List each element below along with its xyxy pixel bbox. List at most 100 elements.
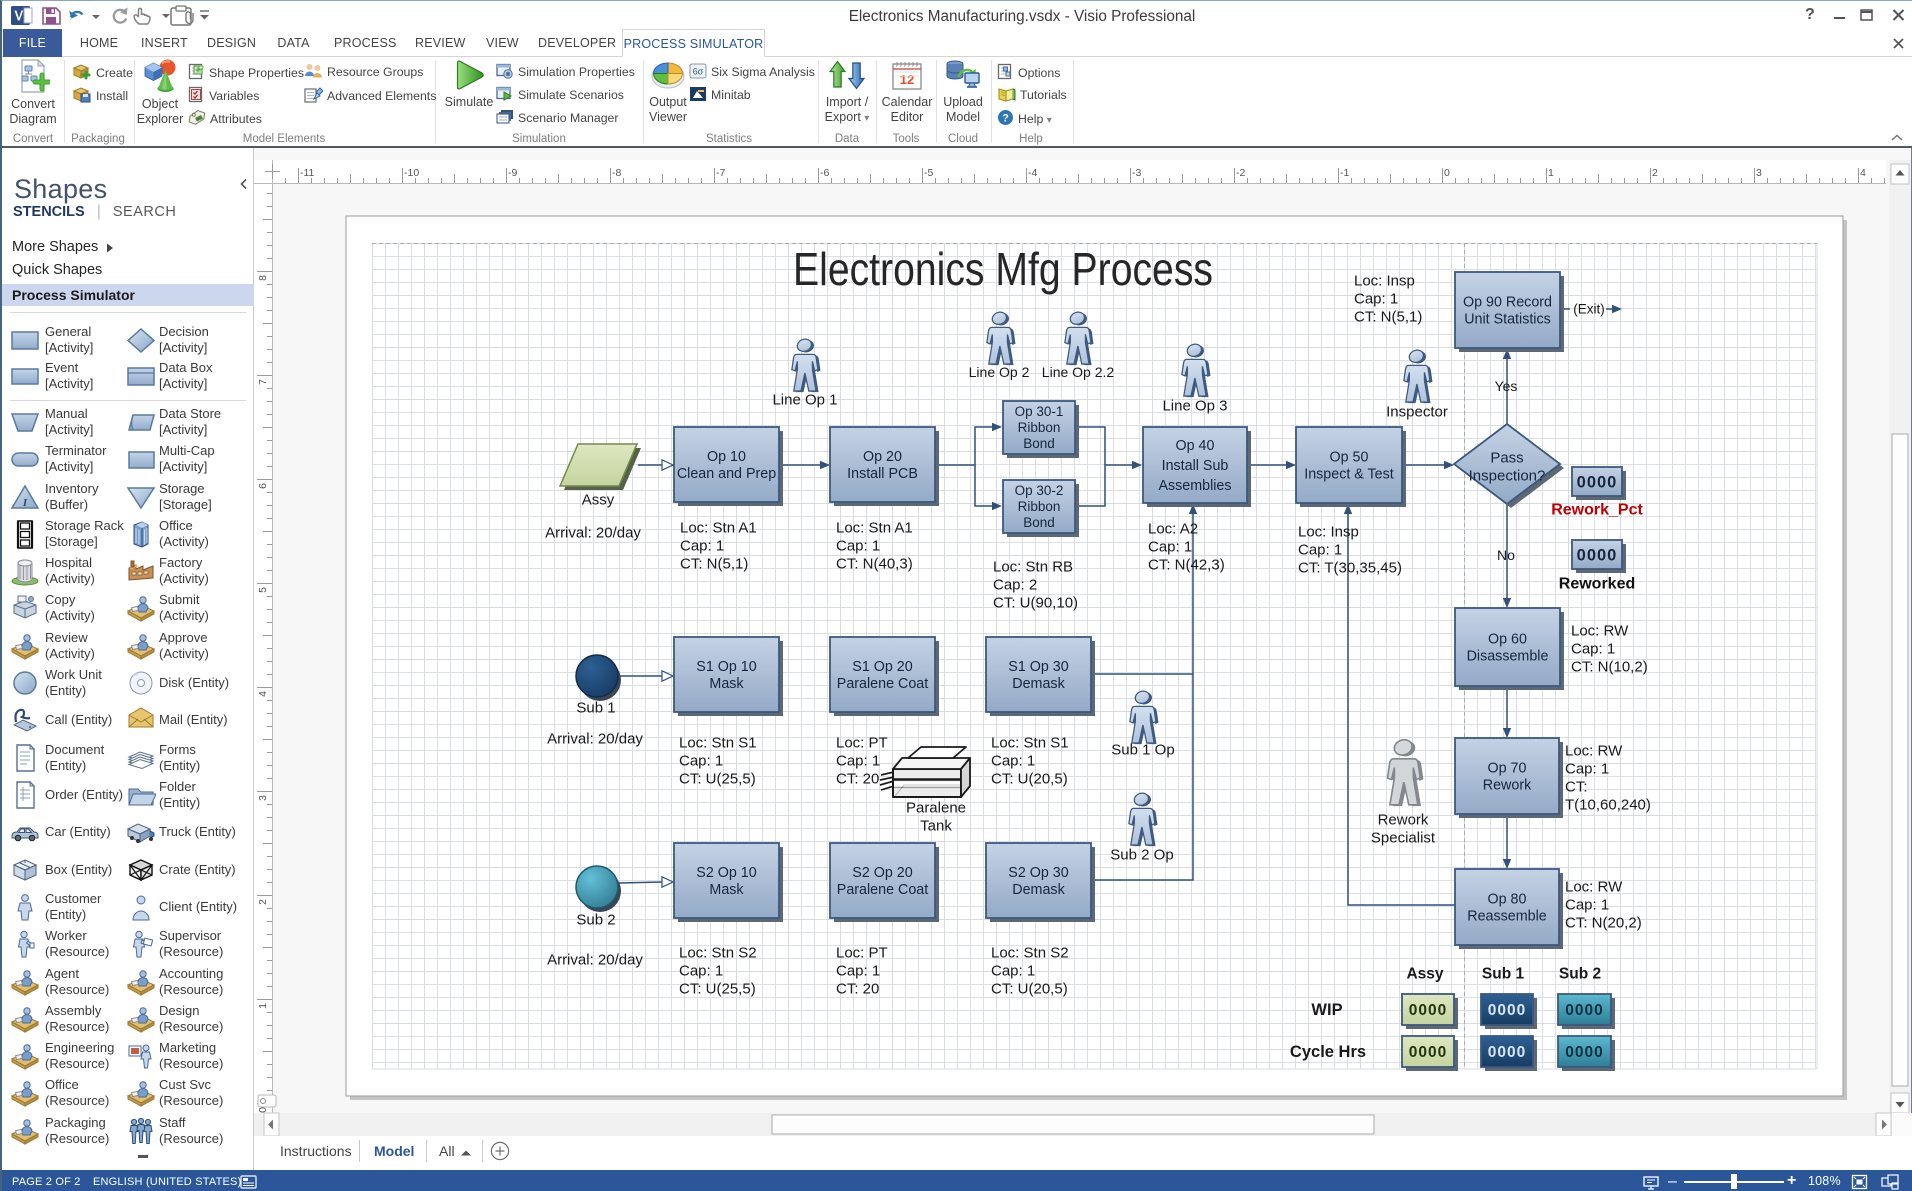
svg-text:2: 2 xyxy=(1652,167,1658,179)
svg-text:Cap: 1: Cap: 1 xyxy=(836,537,880,554)
svg-text:WIP: WIP xyxy=(1311,1001,1342,1019)
svg-text:Loc: Insp: Loc: Insp xyxy=(1298,523,1359,540)
svg-text:Electronics Mfg Process: Electronics Mfg Process xyxy=(793,243,1213,295)
svg-text:2: 2 xyxy=(257,899,269,905)
svg-text:S1 Op 10: S1 Op 10 xyxy=(696,659,756,675)
svg-text:S2 Op 10: S2 Op 10 xyxy=(696,865,756,881)
svg-text:6σ: 6σ xyxy=(693,67,704,77)
svg-text:Loc: PT: Loc: PT xyxy=(836,944,888,961)
svg-text:Mask: Mask xyxy=(709,676,744,692)
svg-text:Install Sub: Install Sub xyxy=(1162,458,1229,474)
svg-text:-8: -8 xyxy=(612,167,621,179)
svg-text:Cap: 1: Cap: 1 xyxy=(1565,896,1609,913)
svg-text:0000: 0000 xyxy=(1565,1044,1603,1061)
svg-text:-4: -4 xyxy=(1028,167,1037,179)
svg-text:0: 0 xyxy=(257,1107,269,1113)
svg-text:Loc: Stn A1: Loc: Stn A1 xyxy=(680,519,757,536)
svg-text:CT: T(30,35,45): CT: T(30,35,45) xyxy=(1298,559,1402,576)
svg-text:Ribbon: Ribbon xyxy=(1018,499,1061,514)
svg-text:0000: 0000 xyxy=(1577,546,1618,564)
svg-text:CT:: CT: xyxy=(1565,778,1588,795)
svg-text:Inspector: Inspector xyxy=(1386,403,1448,420)
svg-text:-2: -2 xyxy=(1236,167,1245,179)
svg-text:Op 80: Op 80 xyxy=(1488,892,1527,908)
svg-text:4: 4 xyxy=(257,691,269,697)
svg-text:S1 Op 20: S1 Op 20 xyxy=(852,659,912,675)
svg-text:Pass: Pass xyxy=(1490,449,1523,466)
svg-text:Disassemble: Disassemble xyxy=(1467,649,1549,665)
svg-text:Rework: Rework xyxy=(1483,778,1532,794)
svg-text:Cap: 1: Cap: 1 xyxy=(1565,760,1609,777)
svg-text:Op 60: Op 60 xyxy=(1488,632,1527,648)
svg-text:Unit Statistics: Unit Statistics xyxy=(1464,312,1551,328)
svg-text:Cap: 1: Cap: 1 xyxy=(1571,640,1615,657)
svg-text:Sub 1: Sub 1 xyxy=(1482,965,1525,982)
svg-text:Assy: Assy xyxy=(1406,965,1443,982)
svg-text:-6: -6 xyxy=(820,167,829,179)
svg-text:Line Op 3: Line Op 3 xyxy=(1162,397,1227,414)
svg-text:Reassemble: Reassemble xyxy=(1467,909,1547,925)
svg-text:CT: N(20,2): CT: N(20,2) xyxy=(1565,914,1642,931)
svg-text:6: 6 xyxy=(257,483,269,489)
svg-text:-10: -10 xyxy=(404,167,419,179)
svg-text:0000: 0000 xyxy=(1577,473,1618,491)
svg-text:Tank: Tank xyxy=(920,817,952,834)
svg-text:CT: N(42,3): CT: N(42,3) xyxy=(1148,556,1225,573)
svg-text:Mask: Mask xyxy=(709,882,744,898)
svg-text:-9: -9 xyxy=(508,167,517,179)
svg-text:Loc: Stn A1: Loc: Stn A1 xyxy=(836,519,913,536)
svg-text:CT: 20: CT: 20 xyxy=(836,770,879,787)
svg-text:Loc: Stn S1: Loc: Stn S1 xyxy=(991,734,1069,751)
svg-text:Op 70: Op 70 xyxy=(1488,761,1527,777)
svg-text:CT: N(40,3): CT: N(40,3) xyxy=(836,555,913,572)
svg-text:Paralene Coat: Paralene Coat xyxy=(837,882,928,898)
svg-text:?: ? xyxy=(1002,113,1009,125)
svg-text:No: No xyxy=(1497,547,1515,563)
svg-text:Cap: 1: Cap: 1 xyxy=(1298,541,1342,558)
svg-text:Loc: Stn S1: Loc: Stn S1 xyxy=(679,734,757,751)
svg-text:Cap: 1: Cap: 1 xyxy=(1354,290,1398,307)
svg-text:Paralene Coat: Paralene Coat xyxy=(837,676,928,692)
svg-text:Op 20: Op 20 xyxy=(863,449,902,465)
svg-text:Op 40: Op 40 xyxy=(1176,438,1215,454)
svg-text:Sub 2: Sub 2 xyxy=(1559,965,1601,982)
svg-text:S2 Op 20: S2 Op 20 xyxy=(852,865,912,881)
svg-text:Arrival: 20/day: Arrival: 20/day xyxy=(547,730,643,747)
svg-text:0000: 0000 xyxy=(1488,1044,1526,1061)
svg-text:Loc: RW: Loc: RW xyxy=(1565,742,1623,759)
svg-text:Op 10: Op 10 xyxy=(707,449,746,465)
svg-text:Specialist: Specialist xyxy=(1371,829,1436,846)
svg-text:12: 12 xyxy=(900,72,914,87)
svg-text:0000: 0000 xyxy=(1488,1002,1526,1019)
svg-text:Paralene: Paralene xyxy=(906,799,966,816)
svg-text:CT: U(20,5): CT: U(20,5) xyxy=(991,980,1068,997)
svg-text:CT: 20: CT: 20 xyxy=(836,980,879,997)
svg-text:CT: U(20,5): CT: U(20,5) xyxy=(991,770,1068,787)
svg-text:3: 3 xyxy=(257,795,269,801)
svg-text:Cap: 1: Cap: 1 xyxy=(991,962,1035,979)
svg-text:Cap: 2: Cap: 2 xyxy=(993,576,1037,593)
svg-text:Assemblies: Assemblies xyxy=(1158,478,1231,494)
svg-text:Cap: 1: Cap: 1 xyxy=(1148,538,1192,555)
svg-text:Loc: Insp: Loc: Insp xyxy=(1354,272,1415,289)
svg-text:S1 Op 30: S1 Op 30 xyxy=(1008,659,1068,675)
svg-text:T(10,60,240): T(10,60,240) xyxy=(1565,796,1651,813)
svg-text:-3: -3 xyxy=(1132,167,1141,179)
svg-text:1: 1 xyxy=(257,1003,269,1009)
svg-text:CT: N(5,1): CT: N(5,1) xyxy=(680,555,748,572)
svg-text:Bond: Bond xyxy=(1023,436,1055,451)
svg-text:Loc: RW: Loc: RW xyxy=(1565,878,1623,895)
svg-text:Bond: Bond xyxy=(1023,515,1055,530)
svg-text:1: 1 xyxy=(1548,167,1554,179)
svg-text:Cap: 1: Cap: 1 xyxy=(679,962,723,979)
svg-text:CT: N(10,2): CT: N(10,2) xyxy=(1571,658,1648,675)
svg-text:Cap: 1: Cap: 1 xyxy=(679,752,723,769)
svg-text:Sub 1 Op: Sub 1 Op xyxy=(1111,741,1174,758)
svg-text:Loc: A2: Loc: A2 xyxy=(1148,520,1198,537)
svg-text:S2 Op 30: S2 Op 30 xyxy=(1008,865,1068,881)
svg-text:Cap: 1: Cap: 1 xyxy=(991,752,1035,769)
svg-text:Cap: 1: Cap: 1 xyxy=(680,537,724,554)
svg-text:Loc: Stn S2: Loc: Stn S2 xyxy=(991,944,1069,961)
svg-text:Line Op 2.2: Line Op 2.2 xyxy=(1042,364,1115,380)
svg-text:-1: -1 xyxy=(1340,167,1349,179)
